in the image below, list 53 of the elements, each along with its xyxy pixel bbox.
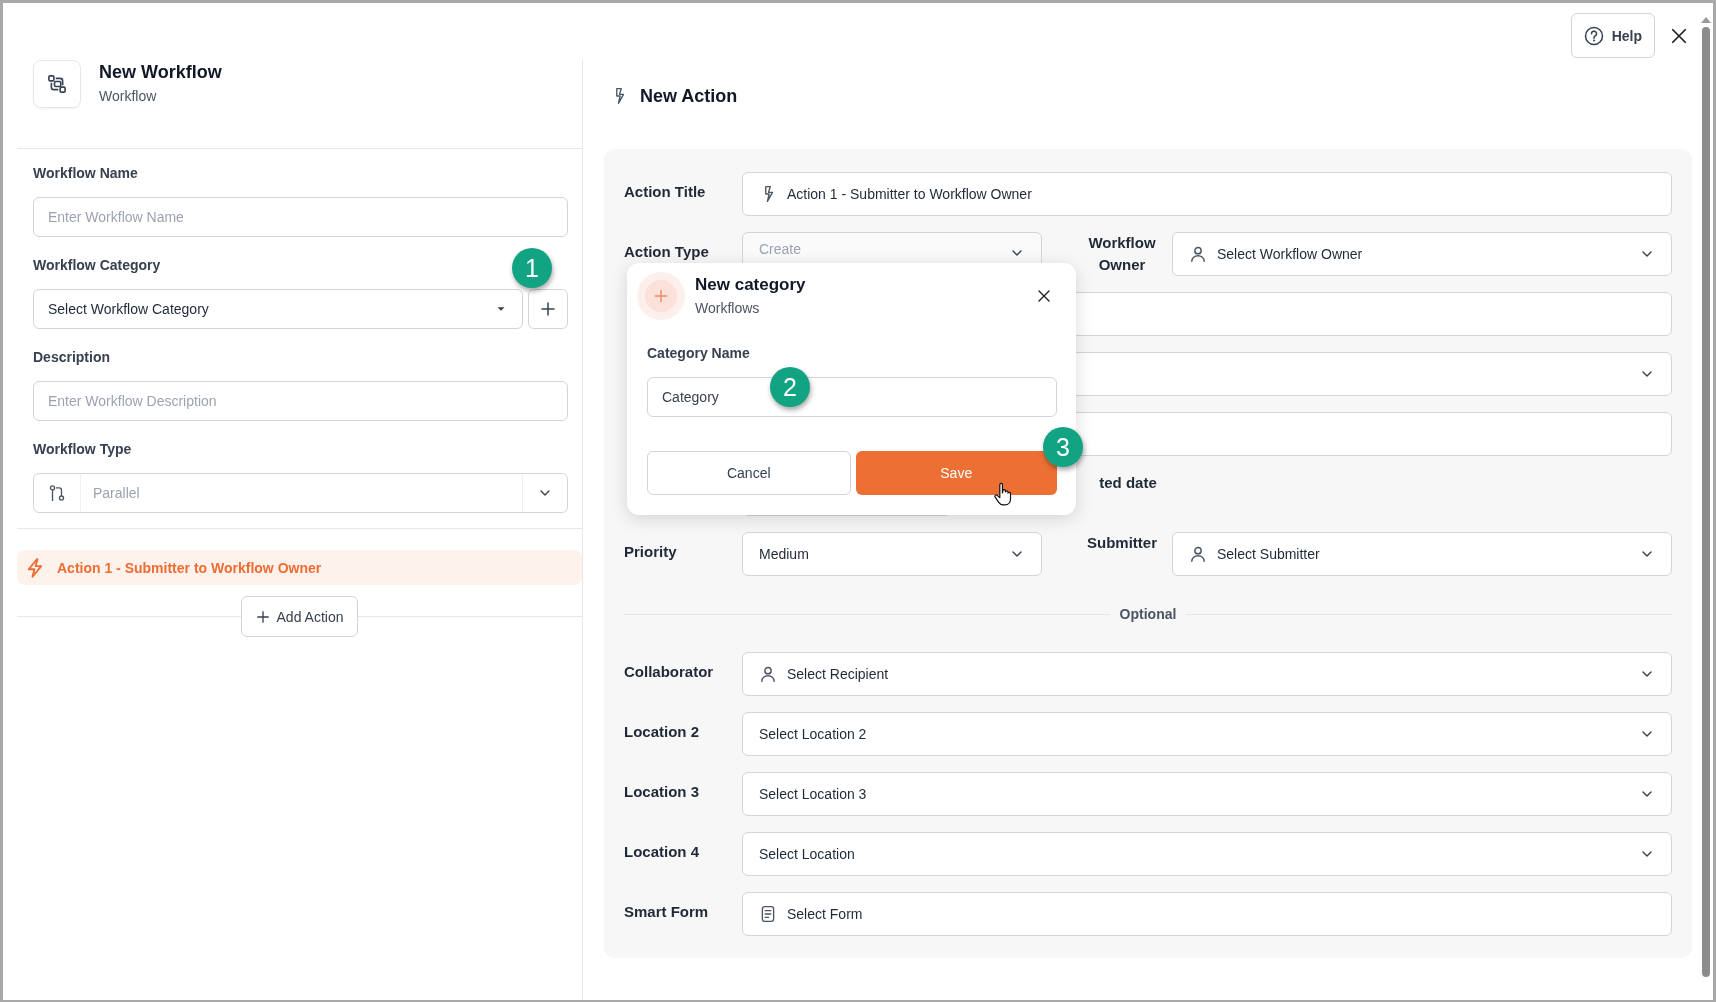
section-divider-label: Optional [1119,606,1177,622]
field-label: Action Type [624,242,710,262]
field-label: ted date [1098,473,1158,493]
field-label: Smart Form [624,902,710,922]
select-field[interactable]: Select Recipient [742,652,1672,696]
panel-title: New Workflow [99,62,222,83]
section-title: New Action [640,85,738,107]
field-label: Submitter [1086,533,1158,553]
select-field[interactable]: Select Location 3 [742,772,1672,816]
field-label: Workflow Name [33,164,138,183]
field-label: Location 4 [624,842,700,862]
field-label: Priority [624,542,678,562]
input-field[interactable]: Enter Workflow Description [33,381,568,421]
field-label: Description [33,348,110,367]
branch-icon [48,484,66,502]
workflow-icon [47,74,67,94]
help-icon [1583,25,1604,46]
select-field[interactable]: Select Location 2 [742,712,1672,756]
plus-icon [652,287,670,305]
select-field[interactable]: Medium [742,532,1042,576]
help-button[interactable]: Help [1570,13,1655,58]
field-label: Workflow Owner [1087,233,1157,275]
person-icon [1189,245,1207,263]
panel-subtitle: Workflow [99,88,158,104]
select-field[interactable]: Select Workflow Category [33,289,523,329]
field-label: Location 2 [624,722,700,742]
close-icon [1036,288,1052,304]
select-field[interactable]: Select Location [742,832,1672,876]
dialog-title: New category [695,275,807,295]
cancel-button[interactable]: Cancel [647,451,851,495]
lightning-icon [25,557,45,578]
add-button[interactable] [528,289,568,329]
person-icon [1189,545,1207,563]
select-field[interactable]: Select Workflow Owner [1172,232,1672,276]
field-label: Workflow Type [33,440,132,459]
plus-icon [255,609,270,624]
select-field[interactable]: Select Submitter [1172,532,1672,576]
close-button[interactable] [1036,288,1052,304]
field-label: Location 3 [624,782,700,802]
person-icon [759,665,777,683]
select-field[interactable]: Select Form [742,892,1672,936]
field-label: Category Name [647,344,750,363]
input-field[interactable]: Action 1 - Submitter to Workflow Owner [742,172,1672,216]
scrollbar-thumb[interactable] [1702,27,1710,977]
add-action-button[interactable]: Add Action [240,596,359,637]
step-badge: 1 [512,248,552,288]
field-label: Workflow Category [33,256,161,275]
field-label: Collaborator [624,662,715,682]
field-label: Action Title [624,182,707,202]
document-icon [759,905,777,923]
input-field[interactable]: Enter Workflow Name [33,197,568,237]
plus-icon [540,301,556,317]
dialog-subtitle: Workflows [695,300,761,316]
